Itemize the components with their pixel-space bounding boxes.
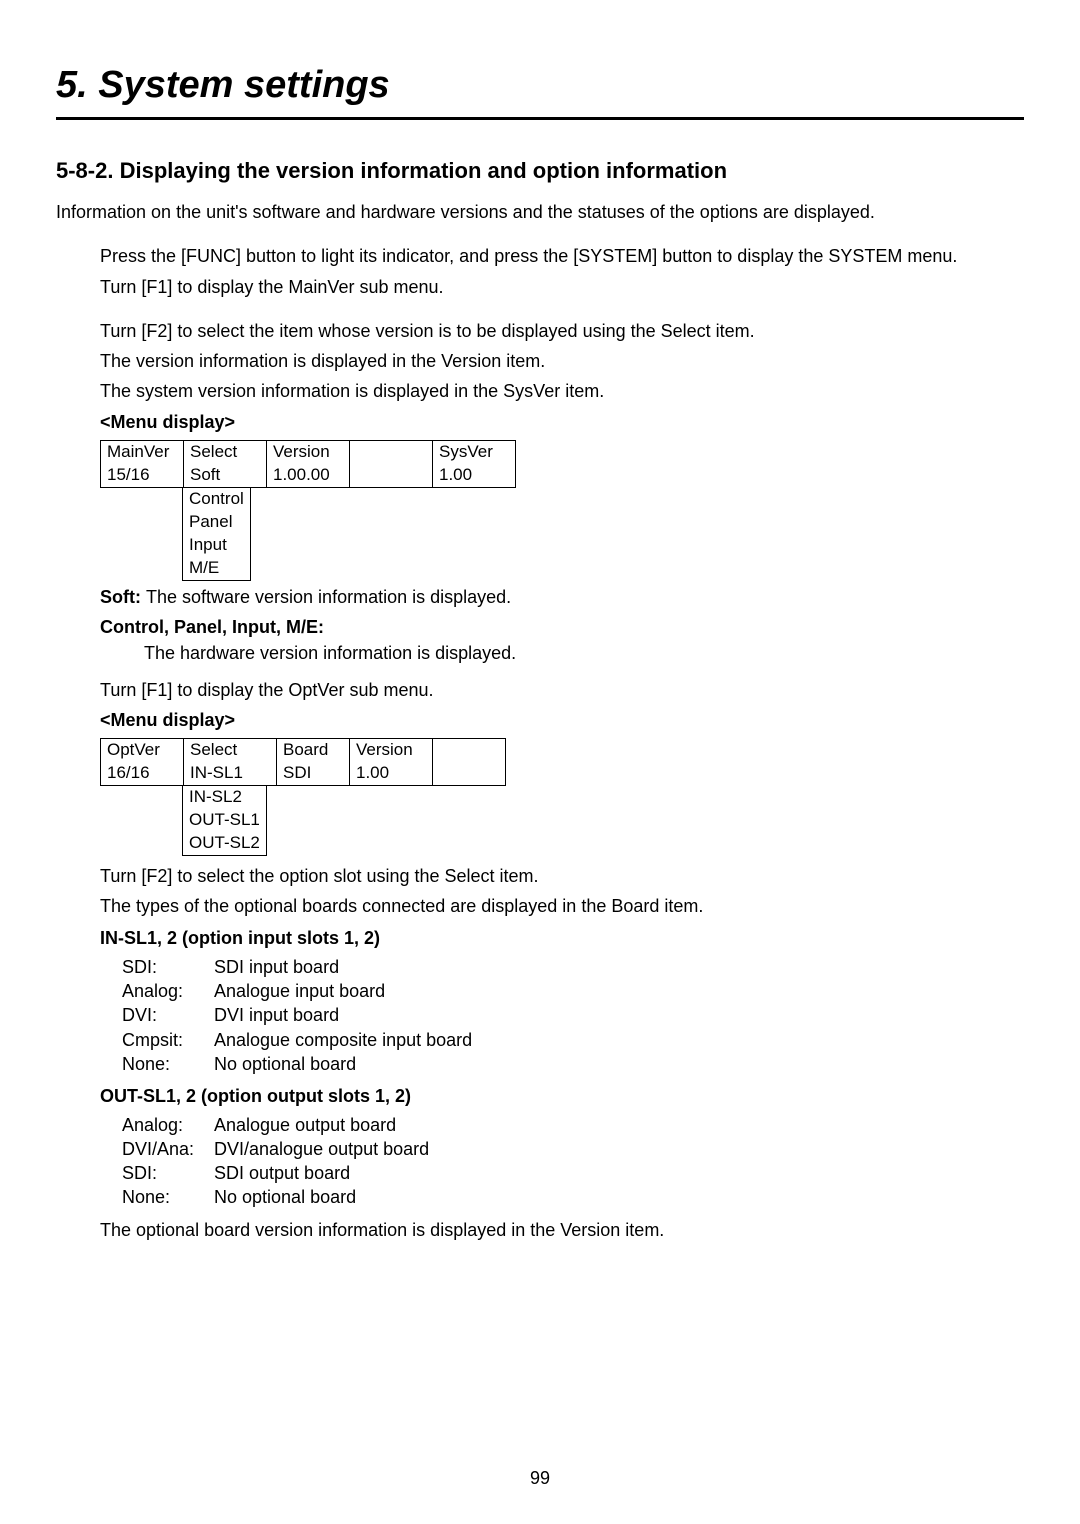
menu-cell: Select [184,441,267,464]
step-text: Turn [F1] to display the MainVer sub men… [100,275,1024,299]
menu-cell [433,739,506,762]
menu-mainver-options: Control Panel Input M/E [182,488,251,581]
step-text: Press the [FUNC] button to light its ind… [100,244,1024,268]
insl-label: IN-SL1, 2 (option input slots 1, 2) [100,926,1024,950]
menu-option: Input [183,534,251,557]
menu-cell [433,762,506,785]
step-text: Turn [F1] to display the OptVer sub menu… [100,678,1024,702]
menu-option: Control [183,488,251,511]
def-row: Cmpsit:Analogue composite input board [122,1028,1024,1052]
menu-cell: 1.00 [350,762,433,785]
menu-option: M/E [183,557,251,580]
chapter-title: 5. System settings [56,60,1024,111]
def-desc: No optional board [214,1052,356,1076]
def-desc: Analogue output board [214,1113,396,1137]
soft-label: Soft: [100,587,146,607]
menu-cell: Soft [184,464,267,487]
intro-text: Information on the unit's software and h… [56,200,1024,224]
def-desc: Analogue input board [214,979,385,1003]
menu-cell: 1.00.00 [267,464,350,487]
after-menu2-text: Turn [F2] to select the option slot usin… [100,864,1024,888]
menu-optver-table: OptVer Select Board Version 16/16 IN-SL1… [100,738,506,786]
menu-cell: SysVer [433,441,516,464]
step-text: Turn [F2] to select the item whose versi… [100,319,1024,343]
page-number: 99 [0,1466,1080,1490]
menu-cell: Version [350,739,433,762]
step-block-1: Press the [FUNC] button to light its ind… [100,244,1024,1242]
def-term: DVI/Ana: [122,1137,214,1161]
def-desc: DVI input board [214,1003,339,1027]
menu-display-label: <Menu display> [100,410,1024,434]
menu-option: OUT-SL1 [183,809,267,832]
def-term: Analog: [122,979,214,1003]
menu-cell: 15/16 [101,464,184,487]
soft-line: Soft: The software version information i… [100,585,1024,609]
def-desc: No optional board [214,1185,356,1209]
def-term: DVI: [122,1003,214,1027]
def-row: None:No optional board [122,1052,1024,1076]
menu-option: Panel [183,511,251,534]
chapter-rule [56,117,1024,120]
menu-cell: Version [267,441,350,464]
step-text: The system version information is displa… [100,379,1024,403]
def-desc: SDI input board [214,955,339,979]
def-row: Analog:Analogue output board [122,1113,1024,1137]
def-term: SDI: [122,1161,214,1185]
def-row: DVI:DVI input board [122,1003,1024,1027]
cpim-label: Control, Panel, Input, M/E: [100,615,1024,639]
def-row: SDI:SDI input board [122,955,1024,979]
def-row: Analog:Analogue input board [122,979,1024,1003]
menu-option: OUT-SL2 [183,832,267,855]
menu-option: IN-SL2 [183,786,267,809]
menu-optver-options: IN-SL2 OUT-SL1 OUT-SL2 [182,786,267,856]
menu-mainver-table: MainVer Select Version SysVer 15/16 Soft… [100,440,516,488]
menu-cell: MainVer [101,441,184,464]
outsl-label: OUT-SL1, 2 (option output slots 1, 2) [100,1084,1024,1108]
menu-cell [350,464,433,487]
menu-display-label: <Menu display> [100,708,1024,732]
after-menu2-text: The types of the optional boards connect… [100,894,1024,918]
section-title: 5-8-2. Displaying the version informatio… [56,156,1024,186]
def-term: None: [122,1052,214,1076]
outsl-defs: Analog:Analogue output board DVI/Ana:DVI… [122,1113,1024,1210]
def-desc: Analogue composite input board [214,1028,472,1052]
menu-cell: SDI [277,762,350,785]
def-term: Cmpsit: [122,1028,214,1052]
def-desc: DVI/analogue output board [214,1137,429,1161]
final-line: The optional board version information i… [100,1218,1024,1242]
def-row: DVI/Ana:DVI/analogue output board [122,1137,1024,1161]
menu-cell: 16/16 [101,762,184,785]
menu-cell: Select [184,739,277,762]
menu-cell: IN-SL1 [184,762,277,785]
def-row: None:No optional board [122,1185,1024,1209]
def-desc: SDI output board [214,1161,350,1185]
step-text: The version information is displayed in … [100,349,1024,373]
def-term: SDI: [122,955,214,979]
page: 5. System settings 5-8-2. Displaying the… [0,0,1080,1524]
menu-cell [350,441,433,464]
menu-cell: 1.00 [433,464,516,487]
menu-cell: OptVer [101,739,184,762]
insl-defs: SDI:SDI input board Analog:Analogue inpu… [122,955,1024,1076]
def-term: Analog: [122,1113,214,1137]
def-row: SDI:SDI output board [122,1161,1024,1185]
cpim-text: The hardware version information is disp… [144,641,1024,665]
def-term: None: [122,1185,214,1209]
soft-text: The software version information is disp… [146,587,511,607]
menu-cell: Board [277,739,350,762]
